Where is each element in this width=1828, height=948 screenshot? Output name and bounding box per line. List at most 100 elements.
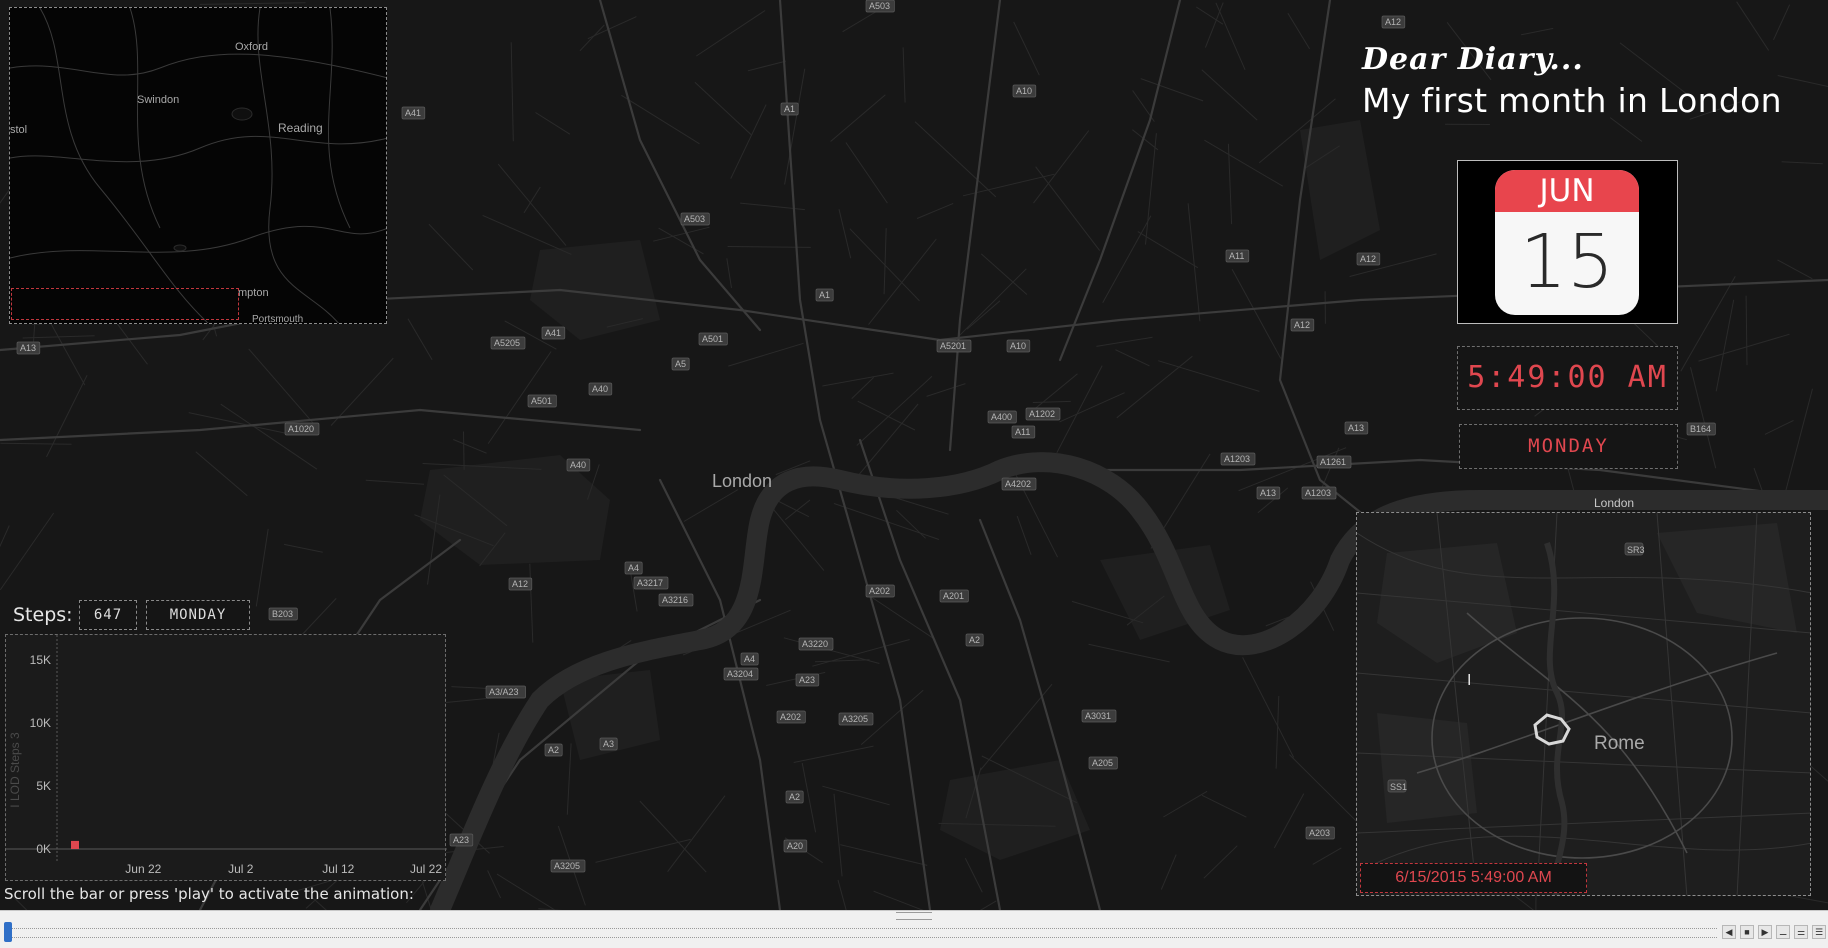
road-shield: A12 xyxy=(508,577,533,591)
uk-overview-map[interactable]: Oxford Swindon Reading stol mpton Portsm… xyxy=(9,7,387,324)
svg-text:A41: A41 xyxy=(405,108,421,118)
road-shield: A3 xyxy=(599,737,618,751)
clock-time: 5:49:00 AM xyxy=(1457,346,1678,410)
road-shield: A400 xyxy=(987,410,1017,424)
svg-text:A12: A12 xyxy=(1360,254,1376,264)
speed-medium-icon[interactable]: ⚌ xyxy=(1794,925,1808,939)
road-shield: A1261 xyxy=(1316,455,1352,469)
y-tick-label: 5K xyxy=(36,779,51,793)
road-shield: A2 xyxy=(965,633,984,647)
road-shield: A12 xyxy=(1356,252,1381,266)
svg-text:B164: B164 xyxy=(1690,424,1711,434)
steps-chart-svg: I LOD Steps 3 15K 10K 5K 0K Jun 22 Jul 2 Jul 1… xyxy=(6,635,447,876)
svg-text:A3204: A3204 xyxy=(727,669,753,679)
road-shield: A20 xyxy=(783,839,808,853)
page-title: My first month in London xyxy=(1362,81,1782,120)
road-shield: A2 xyxy=(785,790,804,804)
y-tick-label: 15K xyxy=(30,653,51,667)
svg-text:A501: A501 xyxy=(531,396,552,406)
road-shield: A40 xyxy=(588,382,613,396)
svg-text:A203: A203 xyxy=(1309,828,1330,838)
road-shield: A3204 xyxy=(723,667,759,681)
cursor-icon: I xyxy=(1467,672,1471,689)
calendar-day: 15 xyxy=(1519,219,1615,305)
svg-text:A12: A12 xyxy=(512,579,528,589)
svg-text:A13: A13 xyxy=(20,343,36,353)
speed-slow-icon[interactable]: ⚊ xyxy=(1776,925,1790,939)
svg-text:A11: A11 xyxy=(1015,427,1030,437)
road-shield: A1020 xyxy=(284,422,320,436)
road-shield: A4 xyxy=(740,652,759,666)
place-label-swindon: Swindon xyxy=(137,94,179,106)
y-axis-title: I LOD Steps 3 xyxy=(8,732,22,808)
animation-slider-thumb[interactable] xyxy=(4,922,12,942)
road-shield: A12 xyxy=(1381,15,1406,29)
place-label-portsmouth: Portsmouth xyxy=(252,314,303,324)
svg-text:A1020: A1020 xyxy=(288,424,314,434)
road-shield: A3205 xyxy=(550,859,586,873)
svg-text:A13: A13 xyxy=(1348,423,1364,433)
step-back-icon[interactable]: ◀ xyxy=(1722,925,1736,939)
road-shield: A13 xyxy=(1344,421,1369,435)
svg-text:A3216: A3216 xyxy=(662,595,688,605)
rome-map-top-label: London xyxy=(1594,496,1635,510)
svg-text:A1: A1 xyxy=(819,290,830,300)
current-datetime: 6/15/2015 5:49:00 AM xyxy=(1360,863,1587,893)
svg-text:A23: A23 xyxy=(453,835,469,845)
speed-fast-icon[interactable]: ☰ xyxy=(1812,925,1826,939)
road-shield: A10 xyxy=(1006,339,1031,353)
animation-slider-track[interactable] xyxy=(4,928,1717,938)
steps-chart[interactable]: I LOD Steps 3 15K 10K 5K 0K Jun 22 Jul 2 Jul 1… xyxy=(5,634,447,881)
road-shield: A10 xyxy=(1012,84,1037,98)
road-shield: A13 xyxy=(16,341,41,355)
x-tick-label: Jul 22 xyxy=(410,862,442,876)
svg-text:SR3: SR3 xyxy=(1627,545,1645,555)
calendar-month: JUN xyxy=(1495,170,1639,212)
play-icon[interactable]: ■ xyxy=(1740,925,1754,939)
y-tick-label: 0K xyxy=(36,842,51,856)
svg-text:A1203: A1203 xyxy=(1305,488,1331,498)
svg-text:A501: A501 xyxy=(702,334,723,344)
road-shield: A501 xyxy=(698,332,728,346)
svg-text:A1202: A1202 xyxy=(1029,409,1055,419)
rome-map[interactable]: SR3 SS1 I Rome 6/15/2015 5:49:00 AM xyxy=(1356,512,1811,896)
road-shield: B164 xyxy=(1686,422,1716,436)
x-tick-label: Jun 22 xyxy=(125,862,161,876)
road-shield: A3205 xyxy=(838,712,874,726)
road-shield: A40 xyxy=(566,458,591,472)
title-block: Dear Diary... My first month in London xyxy=(1362,42,1802,120)
svg-text:A1: A1 xyxy=(784,104,795,114)
rome-map-graphic: SR3 SS1 I Rome xyxy=(1357,513,1810,895)
svg-text:A201: A201 xyxy=(943,591,964,601)
steps-value: 647 xyxy=(79,600,137,630)
svg-text:A41: A41 xyxy=(545,328,561,338)
svg-text:A12: A12 xyxy=(1294,320,1310,330)
place-label-oxford: Oxford xyxy=(235,41,268,53)
road-shield: A503 xyxy=(680,212,710,226)
road-shield: A3/A23 xyxy=(485,685,526,699)
svg-text:A3031: A3031 xyxy=(1085,711,1111,721)
map-highlight-box xyxy=(11,288,239,320)
road-shield: A23 xyxy=(449,833,474,847)
road-shield-ss1: SS1 xyxy=(1387,779,1407,793)
chart-bar[interactable] xyxy=(71,840,79,849)
steps-label: Steps: xyxy=(13,604,73,626)
road-shield: A1202 xyxy=(1025,407,1061,421)
svg-text:A3217: A3217 xyxy=(637,578,663,588)
svg-text:A202: A202 xyxy=(780,712,801,722)
svg-text:A2: A2 xyxy=(548,745,559,755)
road-shield: A11 xyxy=(1011,425,1036,439)
svg-text:A2: A2 xyxy=(789,792,800,802)
road-shield: A501 xyxy=(527,394,557,408)
road-shield: A205 xyxy=(1088,756,1118,770)
road-shield: A12 xyxy=(1290,318,1315,332)
step-forward-icon[interactable]: ▶ xyxy=(1758,925,1772,939)
svg-text:A1261: A1261 xyxy=(1320,457,1346,467)
road-shield: A23 xyxy=(795,673,820,687)
place-label-bristol: stol xyxy=(10,124,27,136)
svg-text:A40: A40 xyxy=(592,384,608,394)
road-shield: A201 xyxy=(939,589,969,603)
resize-grip[interactable] xyxy=(896,912,932,920)
city-label-london: London xyxy=(712,471,772,491)
road-shield: A3220 xyxy=(798,637,834,651)
